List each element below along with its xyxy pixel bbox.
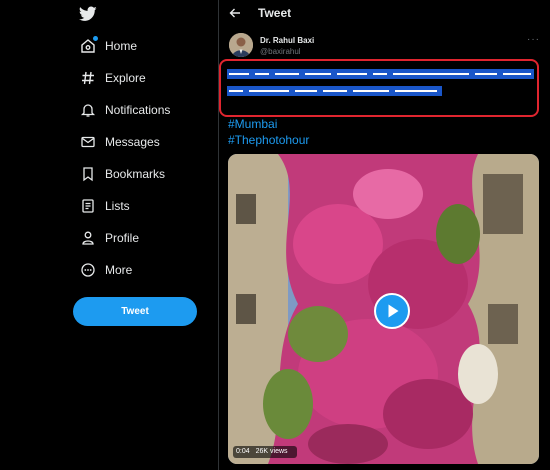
sidebar-item-notifications[interactable]: Notifications bbox=[79, 99, 170, 121]
sidebar-item-lists[interactable]: Lists bbox=[79, 195, 130, 217]
back-arrow-icon[interactable] bbox=[228, 6, 242, 20]
bookmark-icon bbox=[79, 165, 97, 183]
tweet-button[interactable]: Tweet bbox=[73, 297, 197, 326]
video-duration: 0:04 bbox=[236, 448, 250, 455]
sidebar-item-explore[interactable]: Explore bbox=[79, 67, 146, 89]
sidebar-item-profile[interactable]: Profile bbox=[79, 227, 139, 249]
hashtag-link[interactable]: #Thephotohour bbox=[228, 133, 309, 147]
hashtag-link[interactable]: #Mumbai bbox=[228, 117, 277, 131]
sidebar-item-label: More bbox=[105, 263, 133, 277]
video-stats: 0:04 26K views bbox=[233, 446, 297, 458]
avatar[interactable] bbox=[229, 33, 253, 57]
sidebar-item-label: Home bbox=[105, 39, 138, 53]
video-player[interactable]: 0:04 26K views bbox=[228, 154, 539, 464]
sidebar-item-label: Lists bbox=[105, 199, 130, 213]
twitter-bird-icon[interactable] bbox=[79, 6, 97, 22]
ellipsis-icon[interactable]: ··· bbox=[527, 34, 540, 45]
sidebar-item-more[interactable]: More bbox=[79, 259, 132, 281]
sidebar-item-home[interactable]: Home bbox=[79, 35, 137, 57]
video-views: 26K views bbox=[255, 448, 288, 455]
person-icon bbox=[79, 229, 97, 247]
sidebar-item-label: Notifications bbox=[105, 103, 171, 117]
notification-dot bbox=[93, 36, 98, 41]
tweet-detail-column: Tweet Dr. Rahul Baxi @baxirahul ··· #Mum… bbox=[219, 0, 550, 470]
list-icon bbox=[79, 197, 97, 215]
sidebar-item-label: Explore bbox=[105, 71, 146, 85]
sidebar: Home Explore Notifications Messages Book… bbox=[0, 0, 218, 470]
header: Tweet bbox=[219, 0, 550, 28]
page-title: Tweet bbox=[258, 6, 292, 20]
sidebar-item-label: Bookmarks bbox=[105, 167, 166, 181]
bell-icon bbox=[79, 101, 97, 119]
home-icon bbox=[79, 36, 98, 55]
play-button[interactable] bbox=[374, 293, 410, 329]
more-circle-icon bbox=[79, 261, 97, 279]
envelope-icon bbox=[79, 133, 97, 151]
sidebar-item-label: Messages bbox=[105, 135, 160, 149]
sidebar-item-bookmarks[interactable]: Bookmarks bbox=[79, 163, 165, 185]
play-icon bbox=[388, 304, 399, 318]
author-handle[interactable]: @baxirahul bbox=[260, 47, 301, 56]
redacted-tweet-text bbox=[219, 59, 539, 117]
sidebar-item-label: Profile bbox=[105, 231, 140, 245]
hashtag-icon bbox=[79, 69, 97, 87]
author-name[interactable]: Dr. Rahul Baxi bbox=[260, 36, 314, 45]
sidebar-item-messages[interactable]: Messages bbox=[79, 131, 160, 153]
